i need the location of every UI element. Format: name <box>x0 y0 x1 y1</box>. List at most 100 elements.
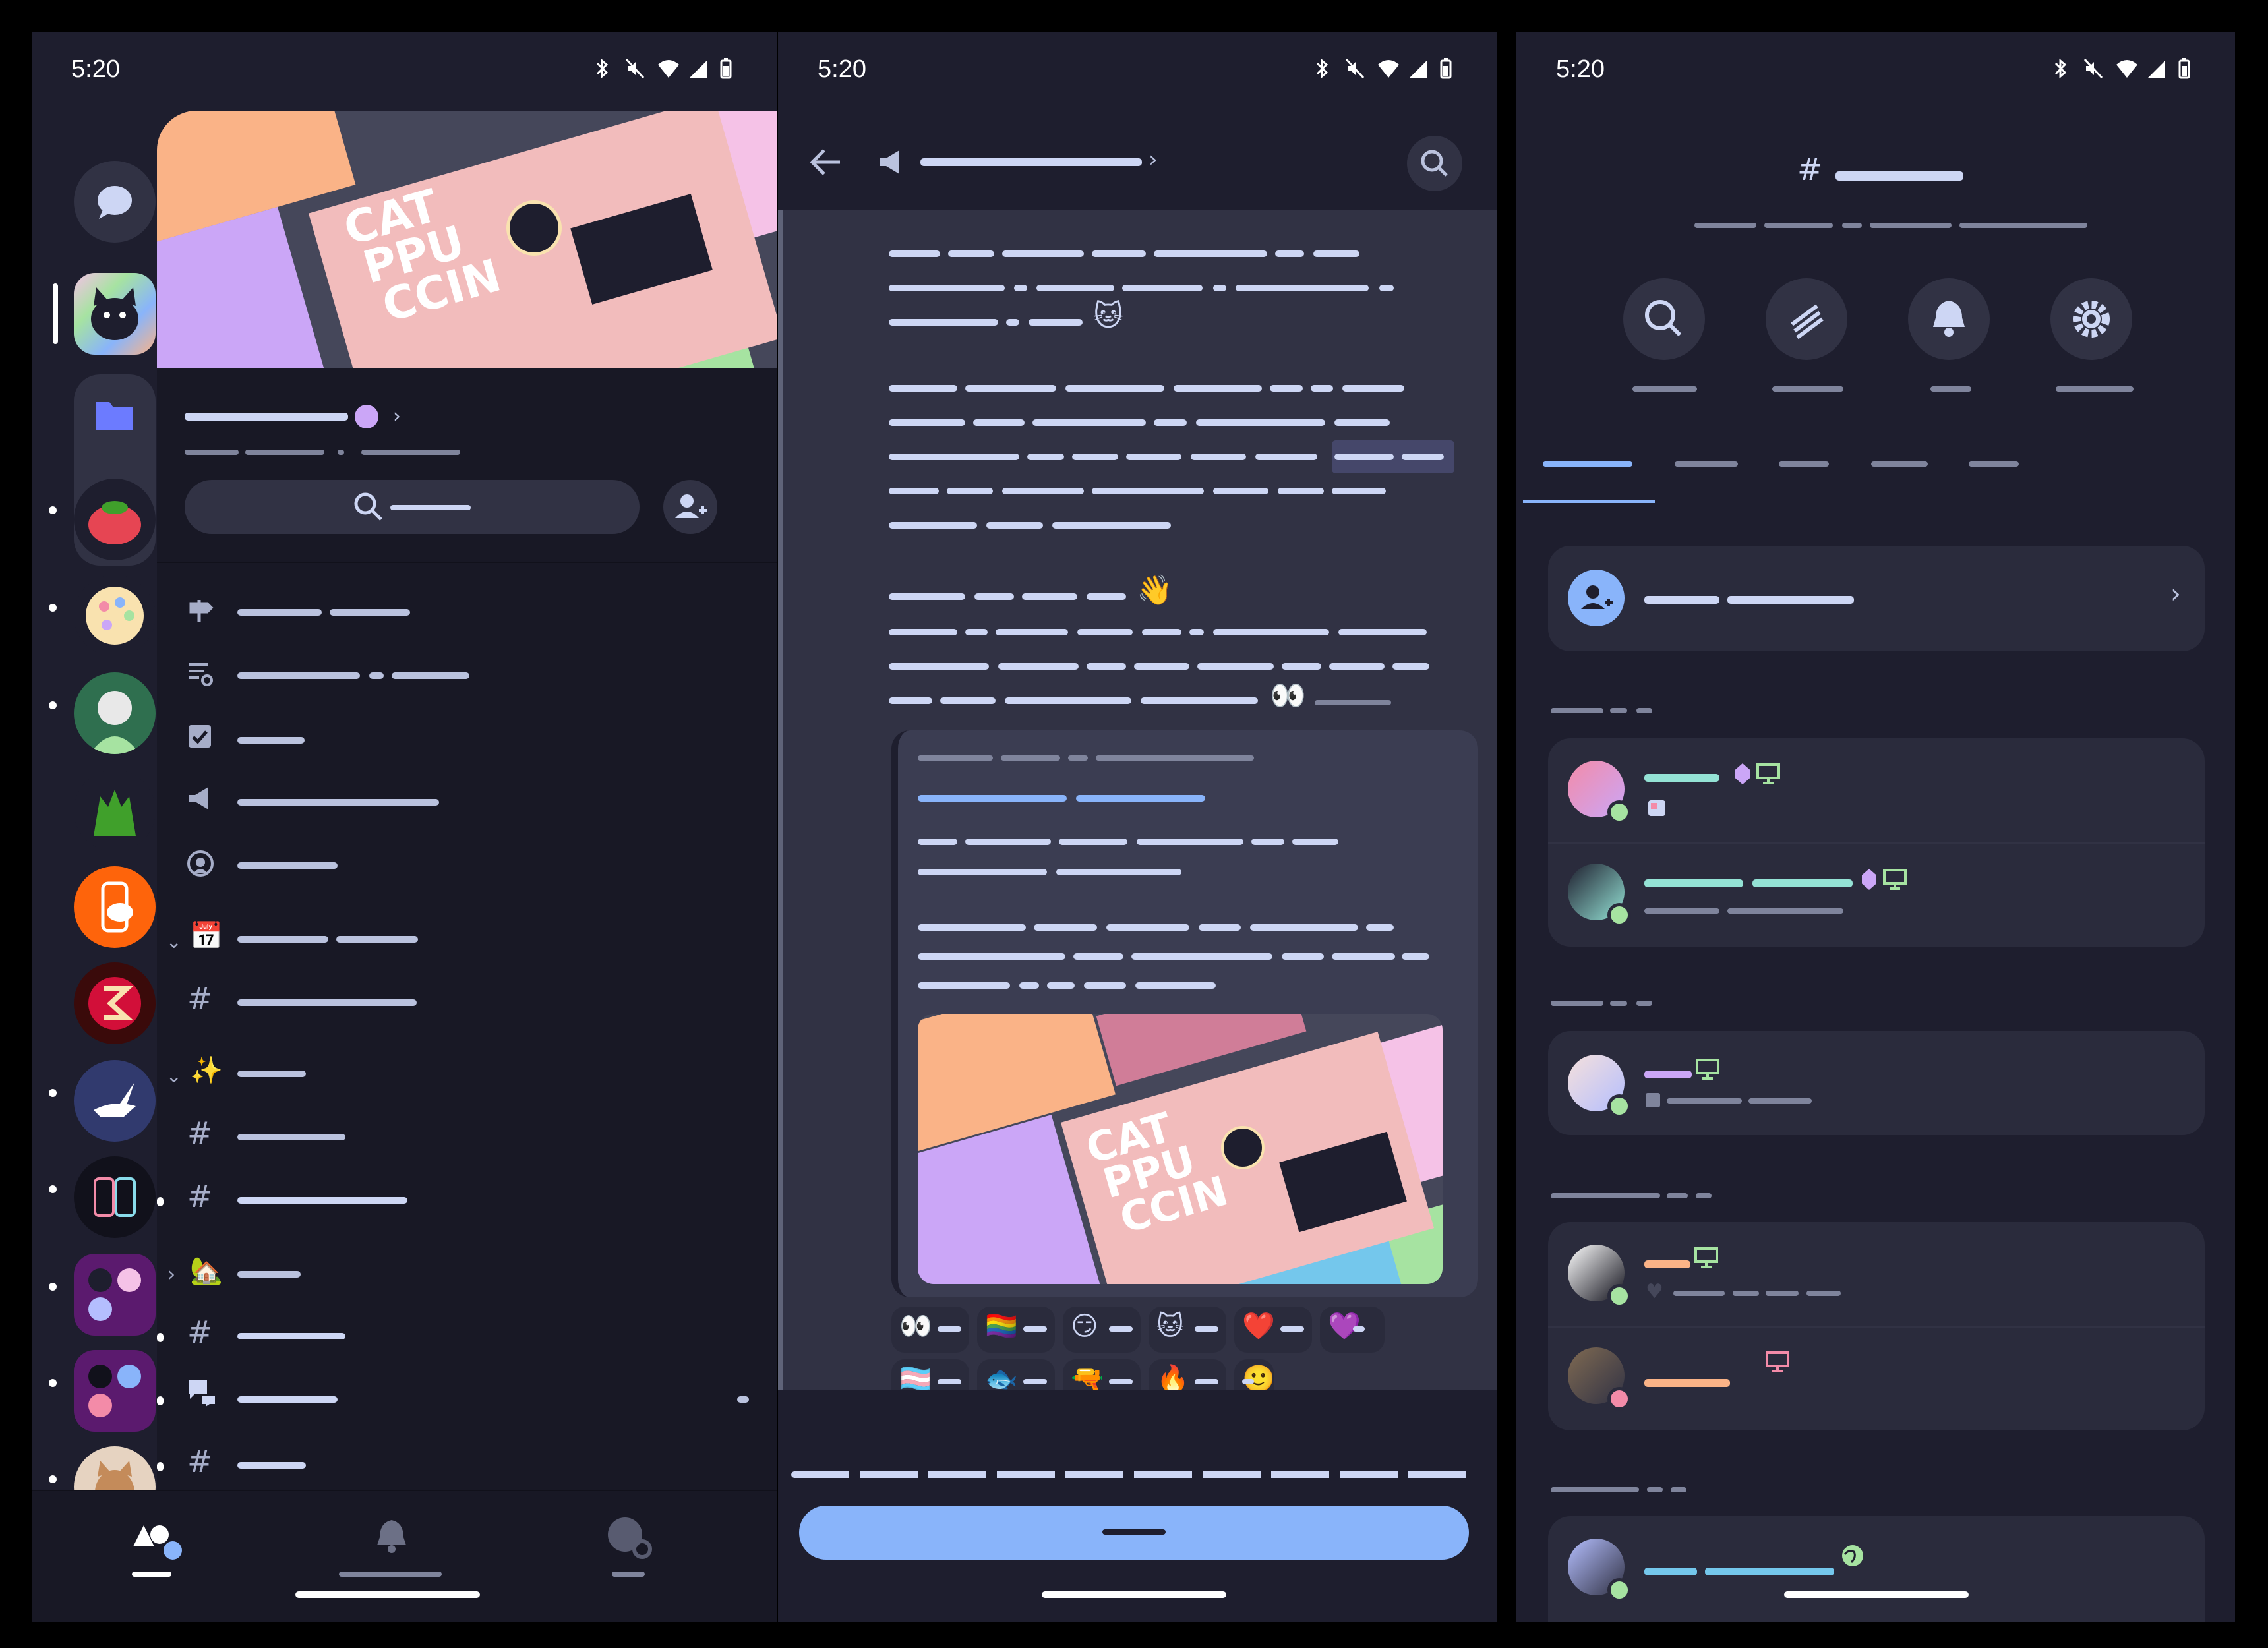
bell-icon[interactable] <box>372 1516 411 1556</box>
settings-button[interactable] <box>2050 278 2132 360</box>
profile-icon[interactable] <box>603 1514 662 1560</box>
search-button[interactable] <box>1407 136 1462 191</box>
category-label-placeholder[interactable] <box>336 936 418 943</box>
chevron-right-icon[interactable]: › <box>1149 146 1158 173</box>
online-status-icon <box>1607 800 1631 824</box>
channel-label-placeholder[interactable] <box>330 609 410 616</box>
category-label-placeholder[interactable] <box>237 1271 301 1278</box>
channel-label-placeholder[interactable] <box>237 1134 345 1140</box>
channel-label-placeholder[interactable] <box>237 862 338 869</box>
channel-label-placeholder[interactable] <box>237 1462 306 1469</box>
server-stat-placeholder <box>338 450 344 455</box>
notifications-button[interactable] <box>1908 278 1990 360</box>
server-fire-logo[interactable] <box>74 962 156 1044</box>
tab-pins[interactable] <box>1779 461 1829 467</box>
server-name-placeholder[interactable] <box>185 413 348 421</box>
cat-avatar-icon <box>91 287 138 340</box>
server-green-creature[interactable] <box>74 770 156 852</box>
announcement-icon <box>189 787 208 809</box>
server-palette[interactable] <box>74 575 156 657</box>
reaction-chip[interactable]: 😏 <box>1063 1307 1141 1353</box>
server-catppuccin[interactable] <box>74 273 156 355</box>
server-stat-placeholder <box>245 450 324 455</box>
member-name-placeholder[interactable] <box>1644 774 1719 782</box>
embed-text-placeholder <box>1034 924 1097 931</box>
message-text-placeholder <box>1126 454 1181 460</box>
member-name-placeholder[interactable] <box>1644 1071 1692 1078</box>
channel-title-placeholder[interactable] <box>920 158 1142 166</box>
member-name-placeholder[interactable] <box>1644 1260 1690 1268</box>
channel-label-placeholder[interactable] <box>237 1197 407 1204</box>
channel-label-placeholder[interactable] <box>392 672 469 679</box>
channel-label-placeholder[interactable] <box>237 799 439 806</box>
back-arrow-icon[interactable] <box>807 142 847 182</box>
dnd-status-icon <box>1607 1387 1631 1411</box>
embed-text-placeholder <box>1292 839 1338 845</box>
member-status-placeholder <box>1748 1098 1812 1104</box>
message-text-placeholder <box>889 250 940 257</box>
message-text-placeholder <box>889 419 965 426</box>
search-input[interactable] <box>185 480 640 534</box>
server-discord-mobile[interactable] <box>74 866 156 948</box>
embed-text-placeholder <box>918 953 1065 960</box>
member-name-placeholder[interactable] <box>1644 1568 1697 1575</box>
reaction-chip[interactable]: 🐱 <box>1149 1307 1226 1353</box>
reaction-chip[interactable]: ❤️ <box>1234 1307 1312 1353</box>
server-phones[interactable] <box>74 1156 156 1238</box>
chevron-down-icon[interactable]: ⌄ <box>166 1065 181 1087</box>
embed-author-placeholder <box>1096 755 1254 761</box>
message-text-placeholder <box>1282 663 1321 670</box>
tab-members[interactable] <box>1543 461 1632 467</box>
battery-icon <box>720 58 737 79</box>
message-text-placeholder <box>1213 629 1329 635</box>
chevron-right-icon[interactable]: › <box>167 1263 175 1286</box>
tab-media[interactable] <box>1675 461 1738 467</box>
channel-label-placeholder[interactable] <box>369 672 384 679</box>
search-button[interactable] <box>1623 278 1705 360</box>
follow-button[interactable] <box>799 1506 1469 1560</box>
reaction-emoji: 👀 <box>899 1311 932 1341</box>
reaction-chip[interactable]: 👀 <box>891 1307 969 1353</box>
member-name-placeholder[interactable] <box>1644 879 1743 887</box>
rabbit-icon <box>94 1082 136 1117</box>
server-anime-avatar[interactable] <box>74 672 156 754</box>
embed-title-link[interactable] <box>918 795 1067 802</box>
channel-label-placeholder[interactable] <box>237 737 305 744</box>
member-status-placeholder <box>1806 1291 1841 1296</box>
servers-icon[interactable] <box>131 1516 190 1562</box>
category-label-placeholder[interactable] <box>237 936 328 943</box>
member-name-placeholder[interactable] <box>1644 1379 1730 1387</box>
channel-label-placeholder[interactable] <box>237 1396 338 1403</box>
channel-label-placeholder[interactable] <box>237 609 322 616</box>
role-header-placeholder <box>1636 1001 1652 1006</box>
tab-threads[interactable] <box>1871 461 1928 467</box>
embed-text-placeholder <box>918 982 1010 989</box>
chevron-down-icon[interactable]: ⌄ <box>166 931 181 953</box>
channel-label-placeholder[interactable] <box>237 1333 345 1339</box>
member-status-placeholder <box>1673 1291 1725 1296</box>
message-text-placeholder <box>998 663 1079 670</box>
message-text-placeholder <box>889 697 932 704</box>
server-folder-magenta[interactable] <box>74 1350 156 1432</box>
invite-button[interactable] <box>663 480 717 534</box>
desktop-icon <box>1694 1247 1718 1268</box>
embed-title-link[interactable] <box>1076 795 1205 802</box>
direct-messages-button[interactable] <box>74 161 156 243</box>
reaction-chip[interactable]: 🏳️‍🌈 <box>977 1307 1055 1353</box>
threads-button[interactable] <box>1766 278 1847 360</box>
channel-label-placeholder[interactable] <box>237 999 417 1006</box>
reaction-chip[interactable]: 💜 <box>1320 1307 1385 1353</box>
invite-members-row[interactable]: › <box>1548 546 2205 651</box>
member-name-placeholder[interactable] <box>1705 1568 1834 1575</box>
channel-label-placeholder[interactable] <box>237 672 360 679</box>
message-text-placeholder <box>889 663 989 670</box>
invite-label-placeholder <box>1644 596 1719 604</box>
server-rabbit[interactable] <box>74 1060 156 1142</box>
desktop-icon <box>1766 1351 1789 1372</box>
embed-image[interactable]: CAT PPU CCIN <box>918 1014 1443 1284</box>
category-label-placeholder[interactable] <box>237 1071 306 1077</box>
server-folder-purple[interactable] <box>74 1254 156 1336</box>
server-strawberry[interactable] <box>74 479 156 560</box>
tab-links[interactable] <box>1969 461 2019 467</box>
member-name-placeholder[interactable] <box>1752 879 1853 887</box>
